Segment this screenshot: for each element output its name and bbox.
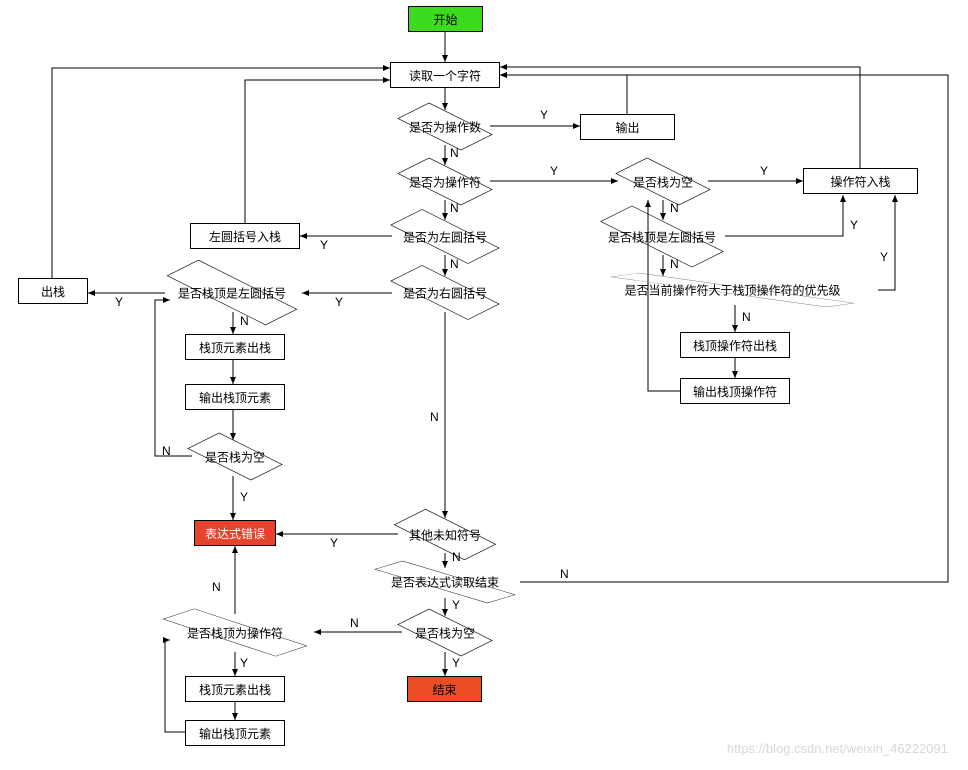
is-operand-decision: 是否为操作数 [400, 104, 490, 149]
top-is-op-decision: 是否栈顶为操作符 [155, 610, 315, 655]
out-top-op-node: 输出栈顶操作符 [680, 378, 790, 404]
push-lpar-node: 左圆括号入栈 [190, 223, 300, 249]
prec-gt-decision: 是否当前操作符大于栈顶操作符的优先级 [580, 270, 885, 310]
stack-empty2-decision: 是否栈为空 [190, 434, 280, 479]
lbl-n-prec: N [742, 310, 751, 324]
is-operand-label: 是否为操作数 [409, 118, 481, 135]
read-end-label: 是否表达式读取结束 [391, 574, 499, 591]
lbl-y-rend: Y [452, 598, 460, 612]
lbl-n-operator: N [450, 201, 459, 215]
lbl-n-tilp: N [670, 257, 679, 271]
is-lpar-decision: 是否为左圆括号 [390, 214, 500, 259]
stack-empty3-label: 是否栈为空 [415, 624, 475, 641]
top-is-op-label: 是否栈顶为操作符 [187, 624, 283, 641]
end-label: 结束 [432, 681, 456, 698]
unknown-label: 其他未知符号 [409, 526, 481, 543]
lbl-n-unk: N [452, 550, 461, 564]
expr-err-node: 表达式错误 [194, 520, 276, 546]
lbl-n-se1: N [670, 201, 679, 215]
lbl-y-unk: Y [330, 536, 338, 550]
is-operator-decision: 是否为操作符 [400, 159, 490, 204]
lbl-n-tio: N [212, 580, 221, 594]
pop-elem2-node: 栈顶元素出栈 [185, 676, 285, 702]
pop-elem2-label: 栈顶元素出栈 [199, 681, 271, 698]
start-label: 开始 [433, 11, 457, 28]
output-label: 输出 [615, 119, 639, 136]
pop-elem-label: 栈顶元素出栈 [199, 339, 271, 356]
lbl-y-se3: Y [452, 656, 460, 670]
lbl-n-lpar: N [450, 257, 459, 271]
out-elem2-label: 输出栈顶元素 [199, 725, 271, 742]
unknown-decision: 其他未知符号 [395, 512, 495, 557]
read-end-decision: 是否表达式读取结束 [365, 562, 525, 602]
lbl-n-rend: N [560, 567, 569, 581]
prec-gt-label: 是否当前操作符大于栈顶操作符的优先级 [624, 282, 840, 299]
lbl-y-tilp: Y [850, 218, 858, 232]
pop-elem-node: 栈顶元素出栈 [185, 334, 285, 360]
stack-empty1-decision: 是否栈为空 [618, 159, 708, 204]
watermark: https://blog.csdn.net/weixin_46222091 [727, 741, 948, 756]
lbl-n-se3: N [350, 616, 359, 630]
out-elem-node: 输出栈顶元素 [185, 384, 285, 410]
lbl-y-prec: Y [880, 250, 888, 264]
out-elem-label: 输出栈顶元素 [199, 389, 271, 406]
pop-top-op-label: 栈顶操作符出栈 [693, 337, 777, 354]
push-op-node: 操作符入栈 [803, 168, 918, 194]
lbl-y-rpar: Y [335, 295, 343, 309]
is-operator-label: 是否为操作符 [409, 173, 481, 190]
lbl-y-tilp2: Y [115, 295, 123, 309]
push-lpar-label: 左圆括号入栈 [209, 228, 281, 245]
pop-discard-node: 出栈 [18, 278, 88, 304]
top-is-lpar2-decision: 是否栈顶是左圆括号 [162, 270, 302, 315]
read-label: 读取一个字符 [409, 67, 481, 84]
start-node: 开始 [408, 6, 483, 32]
pop-top-op-node: 栈顶操作符出栈 [680, 332, 790, 358]
top-is-lpar-label: 是否栈顶是左圆括号 [608, 228, 716, 245]
out-elem2-node: 输出栈顶元素 [185, 720, 285, 746]
lbl-y-lpar: Y [320, 238, 328, 252]
push-op-label: 操作符入栈 [830, 173, 890, 190]
is-lpar-label: 是否为左圆括号 [403, 228, 487, 245]
pop-discard-label: 出栈 [41, 283, 65, 300]
is-rpar-decision: 是否为右圆括号 [390, 270, 500, 315]
top-is-lpar-decision: 是否栈顶是左圆括号 [597, 214, 727, 259]
lbl-y-operator: Y [550, 164, 558, 178]
lbl-n-tilp2: N [240, 314, 249, 328]
lbl-n-rpar: N [430, 410, 439, 424]
lbl-y-se1: Y [760, 164, 768, 178]
read-node: 读取一个字符 [390, 62, 500, 88]
expr-err-label: 表达式错误 [205, 525, 265, 542]
lbl-y-tio: Y [240, 656, 248, 670]
stack-empty2-label: 是否栈为空 [205, 448, 265, 465]
stack-empty3-decision: 是否栈为空 [400, 610, 490, 655]
end-node: 结束 [407, 676, 482, 702]
out-top-op-label: 输出栈顶操作符 [693, 383, 777, 400]
lbl-n-operand: N [450, 146, 459, 160]
is-rpar-label: 是否为右圆括号 [403, 284, 487, 301]
lbl-n-se2: N [162, 444, 171, 458]
stack-empty1-label: 是否栈为空 [633, 173, 693, 190]
lbl-y-operand: Y [540, 108, 548, 122]
lbl-y-se2: Y [240, 490, 248, 504]
output-node: 输出 [580, 114, 675, 140]
top-is-lpar2-label: 是否栈顶是左圆括号 [178, 284, 286, 301]
